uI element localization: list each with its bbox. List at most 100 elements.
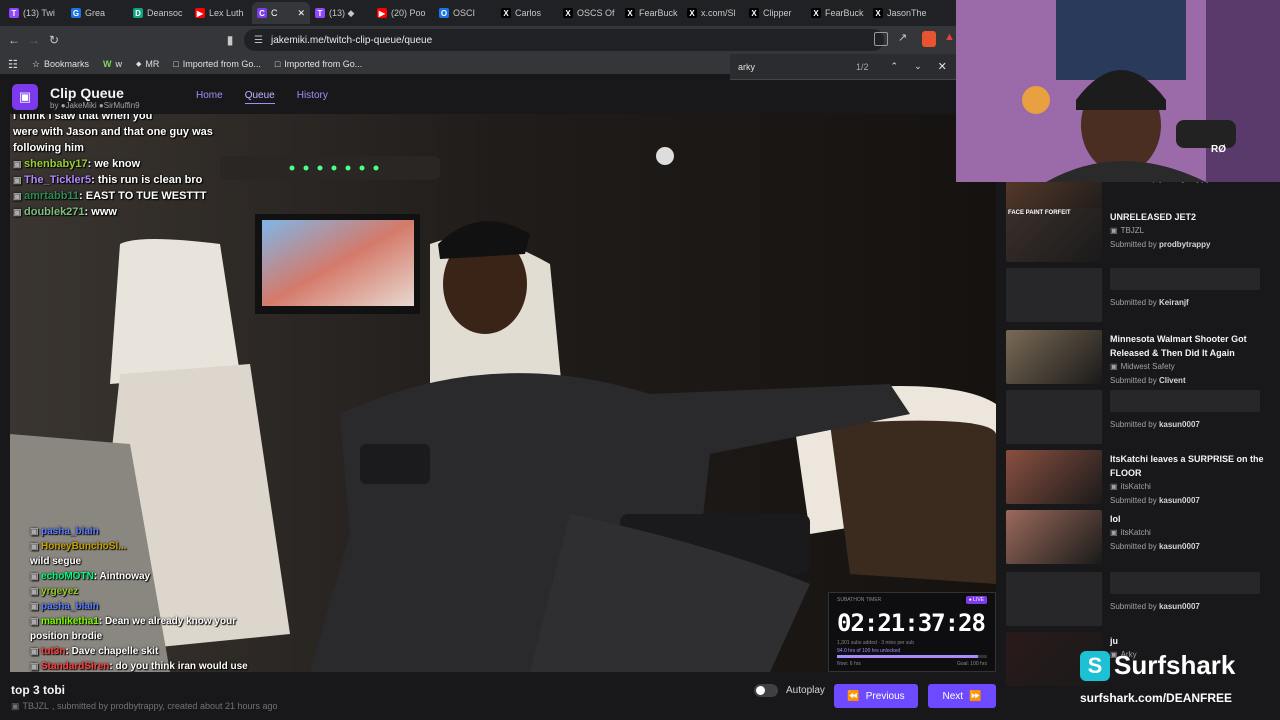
chat-message: following him: [13, 140, 253, 156]
browser-tab[interactable]: X Clipper: [744, 2, 806, 24]
url-text: jakemiki.me/twitch-clip-queue/queue: [270, 34, 433, 46]
video-player[interactable]: I think I saw that when you were with Jas…: [10, 114, 996, 672]
queue-item-submitter: Submitted by Keiranjf: [1110, 296, 1270, 310]
browser-tab[interactable]: C C ✕: [252, 2, 310, 24]
screenshot-icon[interactable]: [874, 32, 888, 46]
tab-label: FearBuck: [825, 8, 864, 18]
bookmark-item[interactable]: □ Imported from Go...: [173, 59, 260, 69]
find-prev-icon[interactable]: ⌃: [891, 61, 899, 72]
chat-text: Dave chapelle skit: [71, 646, 159, 657]
browser-tab[interactable]: X OSCS Of: [558, 2, 620, 24]
tab-favicon-icon: T: [9, 8, 19, 18]
reload-icon[interactable]: ↻: [44, 30, 64, 50]
clip-channel[interactable]: TBJZL: [23, 701, 50, 712]
chat-text: www: [91, 206, 117, 218]
author-link[interactable]: SirMuffin9: [104, 101, 140, 110]
queue-thumbnail[interactable]: [1006, 450, 1102, 504]
browser-tab[interactable]: Xx.com/Sl: [682, 2, 744, 24]
author-link[interactable]: JakeMiki: [66, 101, 97, 110]
tab-close-icon[interactable]: ✕: [297, 8, 305, 19]
browser-tab[interactable]: T (13) Twi: [4, 2, 66, 24]
browser-tab[interactable]: X Carlos: [496, 2, 558, 24]
find-input[interactable]: arky: [738, 62, 848, 72]
forward-icon[interactable]: →: [24, 30, 44, 50]
chat-message: ▣ pasha_blain: [10, 599, 270, 614]
queue-thumbnail[interactable]: [1006, 390, 1102, 444]
chat-message: ▣ HoneyBunchoSl...: [10, 539, 270, 554]
folder-icon: □: [173, 59, 179, 69]
bookmark-item[interactable]: ◆ MR: [136, 59, 159, 69]
timer-goal: Goal: 100 hrs: [956, 661, 987, 667]
apps-icon[interactable]: ☷: [8, 58, 18, 71]
chat-badge-icon: ▣: [13, 175, 25, 185]
queue-item[interactable]: ItsKatchi leaves a SURPRISE on the FLOOR…: [1006, 450, 1274, 508]
browser-tab[interactable]: X FearBuck: [806, 2, 868, 24]
queue-item[interactable]: Submitted by Keiranjf: [1006, 268, 1274, 326]
chat-text: I think I saw that when you: [13, 114, 153, 122]
nav-history[interactable]: History: [297, 90, 328, 104]
timer-now: Now: 6 hrs: [837, 661, 861, 667]
tab-label: Lex Luth: [209, 8, 244, 18]
queue-thumbnail[interactable]: FACE PAINT FORFEIT: [1006, 208, 1102, 262]
nav-queue[interactable]: Queue: [244, 90, 275, 104]
autoplay-toggle[interactable]: [754, 684, 778, 697]
tab-favicon-icon: X: [749, 8, 759, 18]
submitter-name: Keiranjf: [1158, 298, 1189, 307]
mr-icon: ◆: [135, 61, 142, 68]
tab-favicon-icon: X: [625, 8, 635, 18]
queue-item[interactable]: lol ▣ itsKatchi Submitted by kasun0007: [1006, 510, 1274, 568]
browser-tab[interactable]: G Grea: [66, 2, 128, 24]
channel-name: itsKatchi: [1120, 482, 1151, 491]
queue-item[interactable]: FACE PAINT FORFEIT UNRELEASED JET2 ▣ TBJZL S…: [1006, 208, 1274, 266]
previous-button[interactable]: ⏪ Previous: [834, 684, 918, 708]
browser-tab[interactable]: X FearBuck: [620, 2, 682, 24]
browser-tab[interactable]: ▶ (20) Poo: [372, 2, 434, 24]
queue-thumbnail[interactable]: [1006, 268, 1102, 322]
bookmark-icon[interactable]: ▮: [220, 30, 240, 50]
queue-item-channel: ▣ itsKatchi: [1110, 480, 1270, 494]
tab-favicon-icon: O: [439, 8, 449, 18]
extension-icon[interactable]: [922, 31, 936, 47]
queue-item[interactable]: Submitted by kasun0007: [1006, 572, 1274, 630]
twitch-icon: ▣: [1110, 482, 1118, 491]
chat-text: we know: [94, 158, 141, 170]
bookmarks-bar: ☷ ☆ Bookmarks Ww ◆ MR □ Imported from Go...…: [0, 54, 730, 74]
browser-tab[interactable]: T (13) ◆: [310, 2, 372, 24]
share-icon[interactable]: ↗: [898, 31, 907, 44]
submitter-name: Clivent: [1158, 376, 1186, 385]
queue-thumbnail[interactable]: [1006, 330, 1102, 384]
browser-tab[interactable]: D Deansoc: [128, 2, 190, 24]
chat-message: ▣ tut3n: Dave chapelle skit: [10, 644, 270, 659]
bookmark-item[interactable]: ☆ Bookmarks: [32, 59, 89, 70]
chat-message: ▣ amrtabb11: EAST TO TUE WESTTT: [13, 188, 253, 204]
bookmark-item[interactable]: Ww: [103, 59, 122, 69]
queue-item[interactable]: Submitted by kasun0007: [1006, 390, 1274, 448]
chat-text: wild segue: [30, 556, 82, 567]
queue-thumbnail[interactable]: [1006, 572, 1102, 626]
next-button[interactable]: Next ⏩: [928, 684, 996, 708]
browser-tab[interactable]: ▶ Lex Luth: [190, 2, 252, 24]
site-info-icon[interactable]: ☰: [254, 35, 263, 46]
tab-favicon-icon: X: [687, 8, 697, 18]
tab-label: (13) Twi: [23, 8, 55, 18]
bookmark-item[interactable]: □ Imported from Go...: [275, 59, 362, 69]
chat-badge-icon: ▣: [30, 661, 42, 671]
submitted-by-label: Submitted by: [1110, 420, 1157, 429]
extension-icon-2[interactable]: ▲: [944, 31, 955, 43]
find-next-icon[interactable]: ⌄: [914, 61, 922, 72]
browser-tab[interactable]: O OSCI: [434, 2, 496, 24]
browser-tab[interactable]: X JasonThe: [868, 2, 930, 24]
queue-thumbnail[interactable]: [1006, 510, 1102, 564]
sponsor-overlay: S Surfshark surfshark.com/DEANFREE: [1080, 650, 1280, 705]
chat-message: ▣ echoMOTN: Aintnoway: [10, 569, 270, 584]
tab-favicon-icon: X: [873, 8, 883, 18]
clip-queue-logo-icon[interactable]: ▣: [12, 84, 38, 110]
chat-badge-icon: ▣: [30, 541, 42, 551]
nav-home[interactable]: Home: [196, 90, 223, 104]
queue-item[interactable]: Minnesota Walmart Shooter Got Released &…: [1006, 330, 1274, 388]
address-bar[interactable]: ☰ jakemiki.me/twitch-clip-queue/queue: [244, 29, 884, 51]
submitter-name: prodbytrappy: [1158, 240, 1211, 249]
find-close-icon[interactable]: ✕: [938, 60, 947, 73]
tab-label: Carlos: [515, 8, 542, 18]
back-icon[interactable]: ←: [4, 30, 24, 50]
